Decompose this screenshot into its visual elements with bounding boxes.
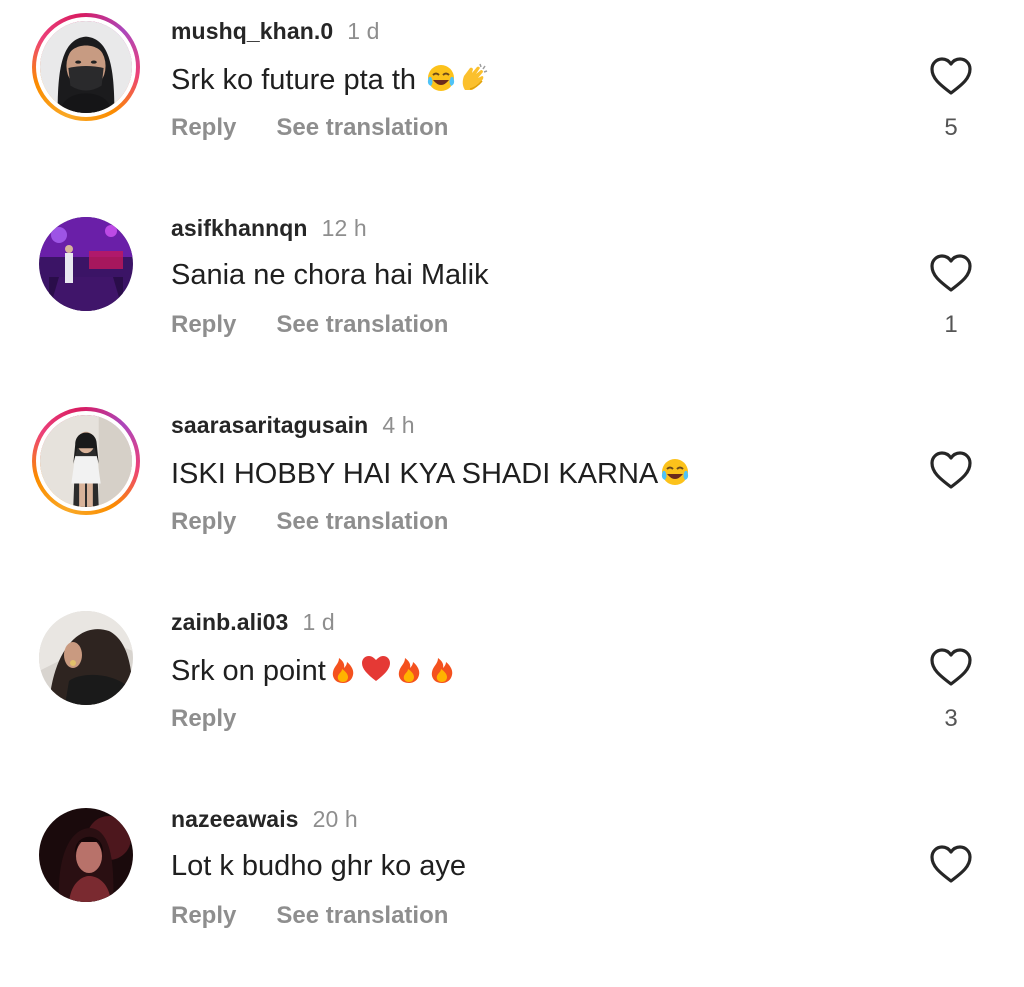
- comment-actions: Reply See translation: [171, 508, 448, 536]
- comment-time: 1 d: [302, 609, 335, 635]
- reply-button[interactable]: Reply: [171, 508, 236, 535]
- comment-username[interactable]: saarasaritagusain 4 h: [171, 412, 415, 439]
- comment-text: Sania ne chora hai Malik: [171, 259, 489, 291]
- comment-time: 1 d: [347, 18, 380, 44]
- reply-button[interactable]: Reply: [171, 311, 236, 338]
- avatar: [39, 611, 133, 705]
- comment-username[interactable]: zainb.ali03 1 d: [171, 609, 335, 636]
- heart-icon[interactable]: [929, 253, 973, 293]
- comment-username[interactable]: mushq_khan.0 1 d: [171, 18, 380, 45]
- fire-emoji-icon: [431, 658, 453, 683]
- comment-item: zainb.ali03 1 d Srk on point Reply 3: [0, 591, 1024, 788]
- comment-item: nazeeawais 20 h Lot k budho ghr ko aye Re…: [0, 788, 1024, 985]
- comment-actions: Reply See translation: [171, 311, 448, 339]
- reply-button[interactable]: Reply: [171, 902, 236, 929]
- avatar-container[interactable]: [32, 801, 140, 909]
- comment-username[interactable]: nazeeawais 20 h: [171, 806, 358, 833]
- see-translation-button[interactable]: See translation: [276, 114, 448, 141]
- comment-actions: Reply: [171, 705, 236, 733]
- comment-time: 20 h: [312, 806, 358, 832]
- comment-text: ISKI HOBBY HAI KYA SHADI KARNA: [171, 456, 691, 491]
- like-count: 3: [944, 705, 958, 732]
- heart-icon[interactable]: [929, 844, 973, 884]
- avatar: [39, 217, 133, 311]
- reply-button[interactable]: Reply: [171, 705, 236, 732]
- avatar-story-ring[interactable]: [32, 13, 140, 121]
- fire-emoji-icon: [398, 658, 420, 683]
- tears-of-joy-emoji-icon: [662, 459, 689, 485]
- heart-icon[interactable]: [929, 450, 973, 490]
- avatar-story-ring[interactable]: [32, 407, 140, 515]
- red-heart-emoji-icon: [361, 656, 390, 681]
- see-translation-button[interactable]: See translation: [276, 311, 448, 338]
- avatar-container[interactable]: [32, 210, 140, 318]
- like-count: 1: [944, 311, 958, 338]
- comment-actions: Reply See translation: [171, 114, 448, 142]
- avatar-container[interactable]: [32, 604, 140, 712]
- tears-of-joy-emoji-icon: [427, 65, 455, 91]
- comment-text: Lot k budho ghr ko aye: [171, 850, 467, 882]
- avatar: [36, 17, 136, 117]
- see-translation-button[interactable]: See translation: [276, 902, 448, 929]
- comment-actions: Reply See translation: [171, 902, 448, 930]
- comment-item: saarasaritagusain 4 h ISKI HOBBY HAI KYA …: [0, 394, 1024, 591]
- comment-text: Srk ko future pta th: [171, 62, 490, 97]
- comment-item: mushq_khan.0 1 d Srk ko future pta th Rep…: [0, 0, 1024, 197]
- avatar: [39, 808, 133, 902]
- see-translation-button[interactable]: See translation: [276, 508, 448, 535]
- reply-button[interactable]: Reply: [171, 114, 236, 141]
- avatar: [36, 411, 136, 511]
- comment-username[interactable]: asifkhannqn 12 h: [171, 215, 367, 242]
- comment-item: asifkhannqn 12 h Sania ne chora hai Malik…: [0, 197, 1024, 394]
- comment-time: 4 h: [382, 412, 415, 438]
- like-count: 5: [944, 114, 958, 141]
- clapping-hands-emoji-icon: [462, 63, 488, 90]
- heart-icon[interactable]: [929, 56, 973, 96]
- heart-icon[interactable]: [929, 647, 973, 687]
- comment-text: Srk on point: [171, 653, 458, 688]
- fire-emoji-icon: [332, 658, 354, 683]
- comment-time: 12 h: [321, 215, 367, 241]
